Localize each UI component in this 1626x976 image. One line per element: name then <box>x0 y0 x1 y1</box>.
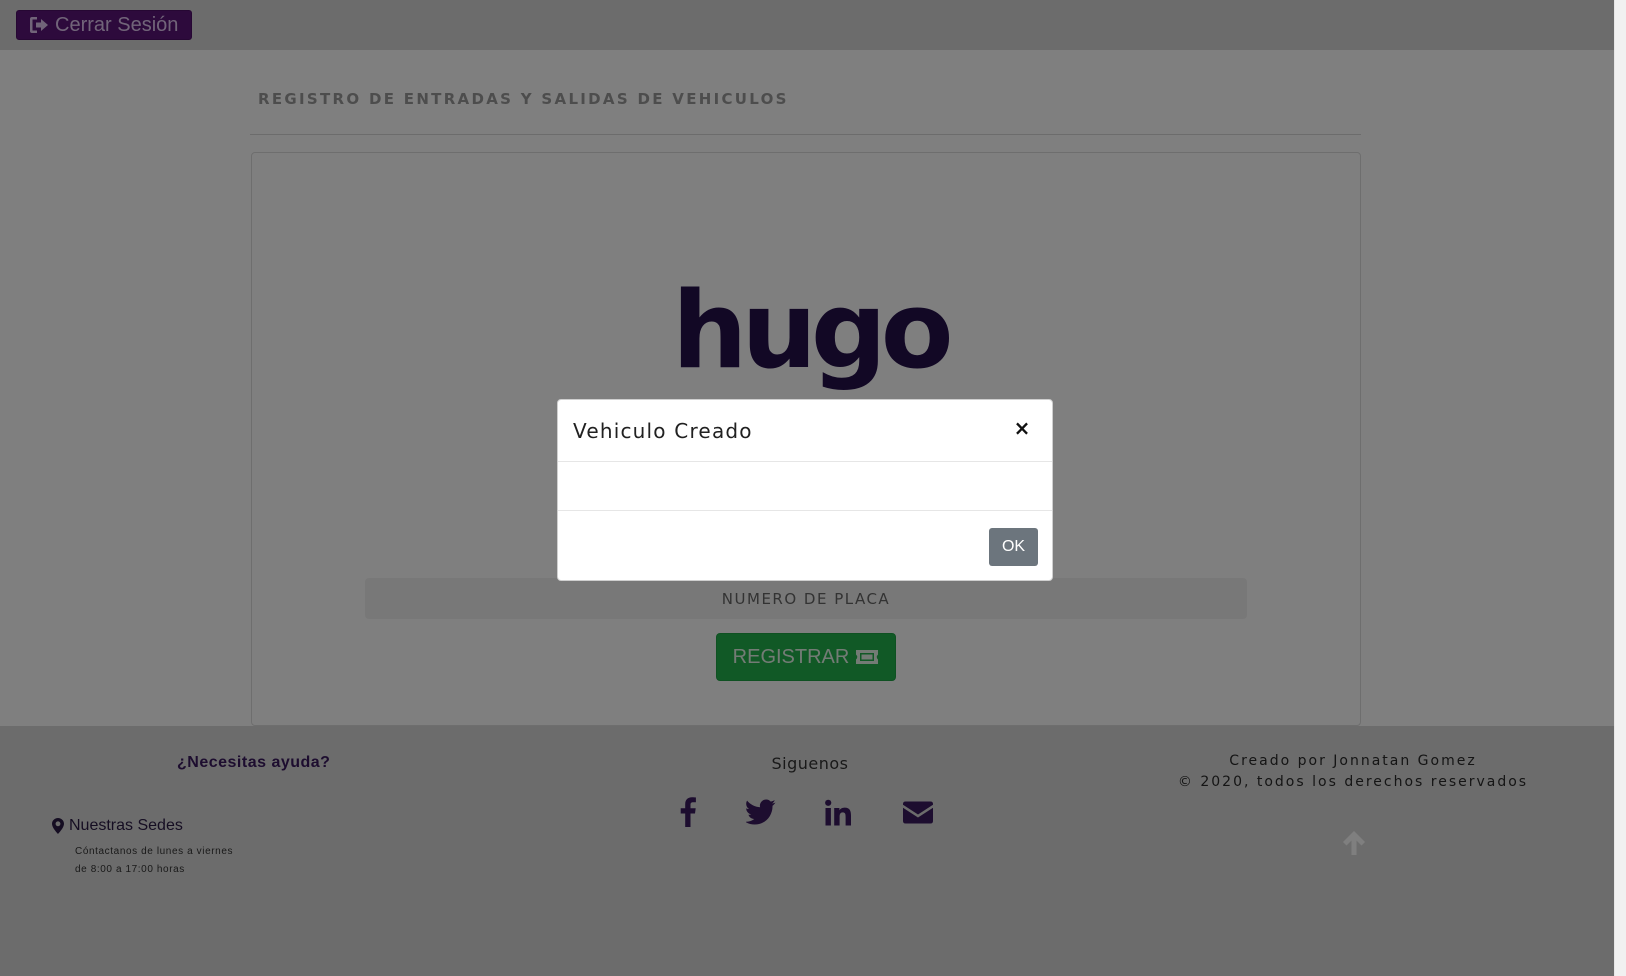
page: Cerrar Sesión REGISTRO DE ENTRADAS Y SAL… <box>0 0 1614 976</box>
modal-header: Vehiculo Creado × <box>558 400 1052 462</box>
vehicle-created-modal: Vehiculo Creado × OK <box>557 399 1053 581</box>
ok-button[interactable]: OK <box>989 528 1038 566</box>
vertical-scrollbar[interactable] <box>1614 0 1626 976</box>
close-icon[interactable]: × <box>1010 416 1034 440</box>
modal-title: Vehiculo Creado <box>573 419 753 443</box>
modal-body <box>558 462 1052 511</box>
